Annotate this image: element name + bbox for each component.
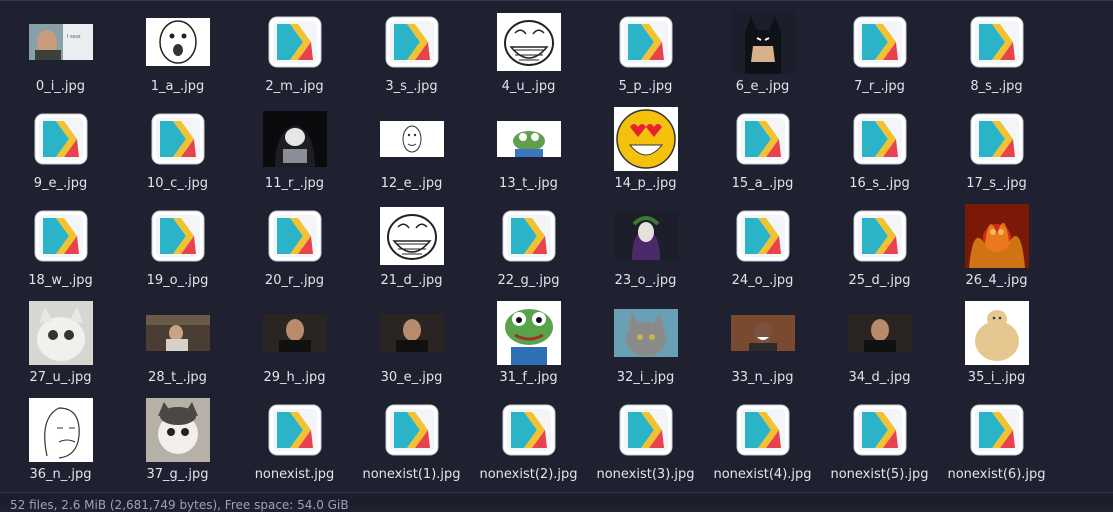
file-item[interactable]: 6_e_.jpg <box>704 0 821 97</box>
file-item[interactable]: nonexist.jpg <box>236 388 353 485</box>
broken-image-app-icon <box>2 204 119 268</box>
file-item[interactable]: 23_o_.jpg <box>587 194 704 291</box>
broken-image-app-icon <box>119 107 236 171</box>
photo-man-thumb <box>353 301 470 365</box>
file-item[interactable]: 13_t_.jpg <box>470 97 587 194</box>
file-item[interactable]: 34_d_.jpg <box>821 291 938 388</box>
broken-image-app-icon <box>236 204 353 268</box>
broken-image-app-icon <box>353 398 470 462</box>
file-item[interactable]: 5_p_.jpg <box>587 0 704 97</box>
file-item[interactable]: 27_u_.jpg <box>2 291 119 388</box>
broken-image-app-icon <box>821 204 938 268</box>
meme-face-small-thumb <box>353 107 470 171</box>
file-item[interactable]: I ssss 0_i_.jpg <box>2 0 119 97</box>
file-item[interactable]: nonexist(5).jpg <box>821 388 938 485</box>
elmo-fire-thumb <box>938 204 1055 268</box>
sad-cat-thumb <box>119 398 236 462</box>
file-item[interactable]: 32_i_.jpg <box>587 291 704 388</box>
photo-man-phone-thumb: I ssss <box>2 10 119 74</box>
file-item[interactable]: 4_u_.jpg <box>470 0 587 97</box>
file-item[interactable]: 20_r_.jpg <box>236 194 353 291</box>
file-item[interactable]: 3_s_.jpg <box>353 0 470 97</box>
meme-face-lol-thumb <box>119 10 236 74</box>
file-item[interactable]: 29_h_.jpg <box>236 291 353 388</box>
file-name-label: 17_s_.jpg <box>966 176 1027 191</box>
file-item[interactable]: nonexist(6).jpg <box>938 388 1055 485</box>
file-item[interactable]: nonexist(4).jpg <box>704 388 821 485</box>
file-item[interactable]: 36_n_.jpg <box>2 388 119 485</box>
heart-eyes-face-thumb <box>587 107 704 171</box>
photo-man-thumb <box>821 301 938 365</box>
photo-man-laughing-thumb <box>704 301 821 365</box>
file-item[interactable]: nonexist(3).jpg <box>587 388 704 485</box>
broken-image-app-icon <box>470 204 587 268</box>
cat-photo-thumb <box>587 301 704 365</box>
troll-face-thumb <box>470 10 587 74</box>
file-item[interactable]: 33_n_.jpg <box>704 291 821 388</box>
file-item[interactable]: 17_s_.jpg <box>938 97 1055 194</box>
joker-thumb <box>587 204 704 268</box>
file-item[interactable]: 22_g_.jpg <box>470 194 587 291</box>
broken-image-app-icon <box>236 398 353 462</box>
broken-image-app-icon <box>938 10 1055 74</box>
file-name-label: nonexist(6).jpg <box>947 467 1046 482</box>
file-item[interactable]: 28_t_.jpg <box>119 291 236 388</box>
file-item[interactable]: 12_e_.jpg <box>353 97 470 194</box>
status-bar: 52 files, 2.6 MiB (2,681,749 bytes), Fre… <box>0 492 1113 512</box>
file-item[interactable]: 21_d_.jpg <box>353 194 470 291</box>
file-name-label: 26_4_.jpg <box>965 273 1028 288</box>
hacker-troll-thumb <box>236 107 353 171</box>
broken-image-app-icon <box>938 107 1055 171</box>
file-item[interactable]: 26_4_.jpg <box>938 194 1055 291</box>
file-item[interactable]: 16_s_.jpg <box>821 97 938 194</box>
file-item[interactable]: 8_s_.jpg <box>938 0 1055 97</box>
broken-image-app-icon <box>119 204 236 268</box>
file-item[interactable]: 31_f_.jpg <box>470 291 587 388</box>
broken-image-app-icon <box>821 107 938 171</box>
broken-image-app-icon <box>704 107 821 171</box>
broken-image-app-icon <box>2 107 119 171</box>
buff-doge-thumb <box>938 301 1055 365</box>
broken-image-app-icon <box>587 10 704 74</box>
batman-thumb <box>704 10 821 74</box>
status-text: 52 files, 2.6 MiB (2,681,749 bytes), Fre… <box>10 498 349 512</box>
broken-image-app-icon <box>470 398 587 462</box>
broken-image-app-icon <box>821 10 938 74</box>
file-item[interactable]: 14_p_.jpg <box>587 97 704 194</box>
file-item[interactable]: 2_m_.jpg <box>236 0 353 97</box>
broken-image-app-icon <box>236 10 353 74</box>
pepe-small-thumb <box>470 107 587 171</box>
photo-scene-thumb <box>119 301 236 365</box>
file-item[interactable]: 1_a_.jpg <box>119 0 236 97</box>
crying-cat-thumb <box>2 301 119 365</box>
file-name-label: 8_s_.jpg <box>970 79 1023 94</box>
troll-face-thumb <box>353 204 470 268</box>
file-item[interactable]: 25_d_.jpg <box>821 194 938 291</box>
file-item[interactable]: nonexist(2).jpg <box>470 388 587 485</box>
file-item[interactable]: 37_g_.jpg <box>119 388 236 485</box>
file-item[interactable]: 24_o_.jpg <box>704 194 821 291</box>
file-item[interactable]: 7_r_.jpg <box>821 0 938 97</box>
broken-image-app-icon <box>704 398 821 462</box>
broken-image-app-icon <box>821 398 938 462</box>
file-item[interactable]: 9_e_.jpg <box>2 97 119 194</box>
pepe-thinking-thumb <box>470 301 587 365</box>
wojak-sketch-thumb <box>2 398 119 462</box>
file-item[interactable]: 18_w_.jpg <box>2 194 119 291</box>
file-item[interactable]: 15_a_.jpg <box>704 97 821 194</box>
broken-image-app-icon <box>587 398 704 462</box>
file-grid[interactable]: I ssss 0_i_.jpg 1_a_.jpg 2_m_.jpg 3_s_.jpg 4_… <box>0 0 1113 492</box>
file-item[interactable]: 35_i_.jpg <box>938 291 1055 388</box>
file-item[interactable]: 30_e_.jpg <box>353 291 470 388</box>
file-item[interactable]: nonexist(1).jpg <box>353 388 470 485</box>
broken-image-app-icon <box>353 10 470 74</box>
file-item[interactable]: 11_r_.jpg <box>236 97 353 194</box>
broken-image-app-icon <box>704 204 821 268</box>
broken-image-app-icon <box>938 398 1055 462</box>
file-item[interactable]: 10_c_.jpg <box>119 97 236 194</box>
svg-text:I ssss: I ssss <box>67 34 81 40</box>
photo-man-thumb <box>236 301 353 365</box>
file-item[interactable]: 19_o_.jpg <box>119 194 236 291</box>
file-name-label: 35_i_.jpg <box>967 370 1026 385</box>
